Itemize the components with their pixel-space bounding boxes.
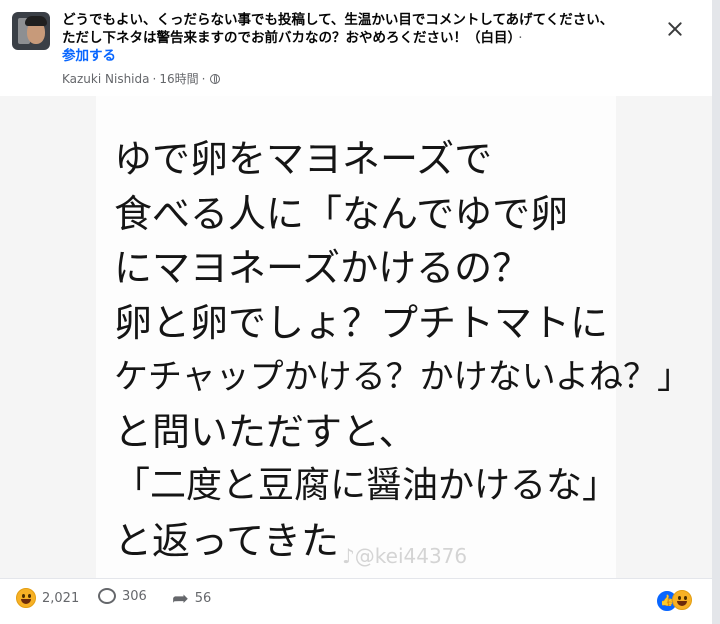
- reactions-summary[interactable]: 2,021: [16, 588, 79, 608]
- haha-reaction-icon: [16, 588, 36, 608]
- haha-reaction-icon-small: [672, 590, 692, 610]
- avatar-hair: [25, 16, 47, 26]
- scrollbar[interactable]: [712, 0, 720, 624]
- globe-icon: [210, 73, 221, 84]
- footer-divider: [0, 578, 712, 579]
- handwritten-line: 「二度と豆腐に醤油かけるな」: [114, 465, 619, 506]
- reaction-icons[interactable]: 👍: [656, 589, 696, 612]
- handwritten-line: ゆで卵をマヨネーズで: [114, 137, 493, 181]
- handwritten-text: ゆで卵をマヨネーズで 食べる人に「なんでゆで卵 にマヨネーズかけるの？ 卵と卵で…: [114, 132, 691, 568]
- shares-summary[interactable]: ➦ 56: [172, 588, 211, 608]
- author-name[interactable]: Kazuki Nishida: [62, 72, 150, 86]
- post-photo[interactable]: ゆで卵をマヨネーズで 食べる人に「なんでゆで卵 にマヨネーズかけるの？ 卵と卵で…: [96, 96, 691, 578]
- comments-count: 306: [122, 588, 147, 604]
- group-avatar[interactable]: [12, 12, 50, 50]
- meta-separator-2: ·: [201, 71, 206, 86]
- handwritten-line: ケチャップかける？かけないよね？」: [114, 357, 691, 397]
- handwritten-line: 食べる人に「なんでゆで卵: [114, 191, 569, 236]
- comment-icon: [98, 588, 116, 604]
- reactions-count: 2,021: [42, 590, 80, 606]
- post-media[interactable]: ゆで卵をマヨネーズで 食べる人に「なんでゆで卵 にマヨネーズかけるの？ 卵と卵で…: [0, 96, 712, 578]
- group-title: どうでもよい、くっだらない事でも投稿して、生温かい目でコメントしてあげてください…: [62, 11, 622, 65]
- title-separator: ·: [518, 30, 523, 46]
- meta-separator: ·: [152, 71, 157, 86]
- comments-summary[interactable]: 306: [98, 588, 147, 604]
- tiktok-watermark: ♪@kei44376: [342, 544, 468, 568]
- post-dialog: どうでもよい、くっだらない事でも投稿して、生温かい目でコメントしてあげてください…: [0, 0, 713, 624]
- close-button[interactable]: [660, 14, 690, 44]
- handwritten-line: と問いただすと、: [114, 409, 417, 454]
- handwritten-line: にマヨネーズかけるの？: [114, 246, 531, 290]
- shares-count: 56: [194, 590, 212, 606]
- join-group-button[interactable]: 参加する: [62, 48, 116, 64]
- group-title-link[interactable]: どうでもよい、くっだらない事でも投稿して、生温かい目でコメントしてあげてください…: [62, 12, 613, 46]
- post-time[interactable]: 16時間: [159, 70, 198, 87]
- post-meta: Kazuki Nishida · 16時間 ·: [62, 70, 221, 87]
- handwritten-line: 卵と卵でしょ？プチトマトに: [114, 300, 609, 345]
- share-icon: ➦: [172, 586, 189, 610]
